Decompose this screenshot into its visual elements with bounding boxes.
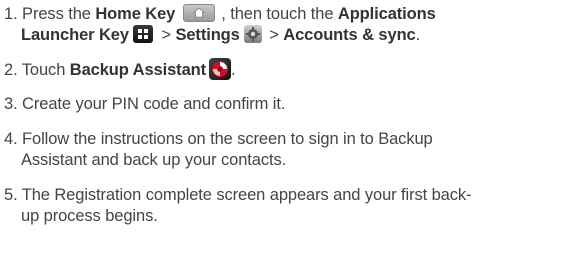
- step-text: , then touch the: [221, 5, 338, 23]
- step-number: 2.: [4, 61, 18, 79]
- step-number: 4.: [4, 130, 18, 148]
- step-text: Press the: [22, 5, 96, 23]
- step-4: 4. Follow the instructions on the screen…: [4, 129, 584, 171]
- step-text: Touch: [21, 61, 70, 79]
- step-4-continuation: Assistant and back up your contacts.: [21, 151, 287, 169]
- step-number: 5.: [4, 186, 18, 204]
- launcher-key-label: Launcher Key: [21, 26, 129, 44]
- separator: >: [156, 26, 176, 44]
- applications-label: Applications: [337, 5, 436, 23]
- step-number: 1.: [4, 5, 18, 23]
- step-1-continuation: Launcher Key > Settings > Accounts & syn…: [4, 25, 584, 46]
- period: .: [415, 26, 421, 44]
- home-key-label: Home Key: [95, 5, 176, 23]
- step-3: 3. Create your PIN code and confirm it.: [4, 94, 584, 115]
- backup-assistant-icon: [209, 58, 232, 80]
- step-text: Create your PIN code and confirm it.: [22, 95, 286, 113]
- period: .: [231, 61, 236, 79]
- separator: >: [264, 26, 284, 44]
- backup-assistant-label: Backup Assistant: [69, 61, 207, 79]
- step-5-continuation: up process begins.: [21, 207, 158, 225]
- settings-icon: [243, 25, 262, 43]
- applications-launcher-key-icon: [132, 25, 153, 43]
- settings-label: Settings: [175, 26, 240, 44]
- step-text: Follow the instructions on the screen to…: [22, 130, 433, 148]
- step-number: 3.: [4, 95, 18, 113]
- step-text: The Registration complete screen appears…: [21, 186, 472, 204]
- home-key-icon: [183, 4, 216, 22]
- step-1: 1. Press the Home Key , then touch the Ap…: [4, 4, 584, 46]
- step-5: 5. The Registration complete screen appe…: [4, 185, 584, 227]
- step-2: 2. Touch Backup Assistant.: [4, 58, 584, 81]
- accounts-sync-label: Accounts & sync: [283, 26, 416, 44]
